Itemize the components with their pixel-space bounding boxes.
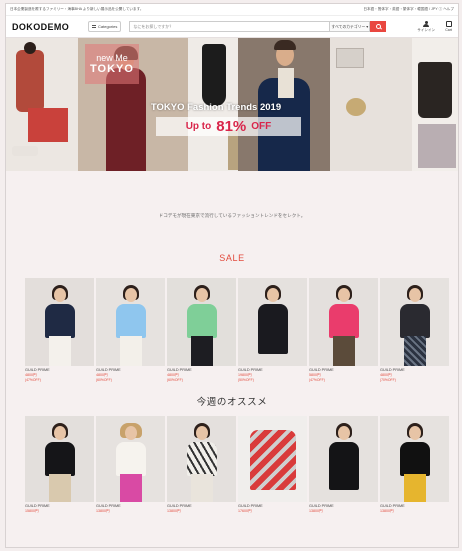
product-image[interactable] [25, 278, 94, 366]
product-brand: GUILD PRIME [25, 368, 50, 372]
product-image[interactable] [167, 416, 236, 502]
product-discount: (60%OFF) [96, 378, 112, 382]
signin-button[interactable]: サインイン [417, 20, 436, 33]
sale-product-grid: GUILD PRIME 4800円 (47%OFF) GUILD PRIME 4… [6, 278, 458, 382]
product-card[interactable]: GUILD PRIME 13800円 [309, 416, 378, 514]
hero-scarf [418, 124, 456, 168]
product-price: 13800円 [96, 509, 110, 513]
product-image[interactable] [380, 278, 449, 366]
cart-button[interactable]: Cart [445, 21, 452, 32]
product-image[interactable] [167, 278, 236, 366]
product-card[interactable]: GUILD PRIME 4800円 (47%OFF) [25, 278, 94, 382]
user-icon [423, 20, 430, 28]
hero-sale-value: 81% [216, 118, 247, 135]
product-price: 15800円 [25, 509, 39, 513]
search-input[interactable]: なにをお探しですか？ [129, 21, 330, 32]
hero-model-jacket [16, 50, 44, 112]
product-brand: GUILD PRIME [309, 504, 334, 508]
product-image[interactable] [309, 416, 378, 502]
hero-shoe [12, 146, 38, 156]
hero-sunglasses-tile [336, 48, 364, 68]
signin-label: サインイン [417, 27, 436, 32]
site-header: DOKODEMO Categories なにをお探しですか？ すべてのカテゴリー… [6, 16, 458, 38]
categories-button[interactable]: Categories [88, 21, 122, 32]
product-image[interactable] [96, 278, 165, 366]
search-category-select[interactable]: すべてのカテゴリー ▾ [329, 21, 371, 32]
product-card[interactable]: GUILD PRIME 4800円 (60%OFF) [96, 278, 165, 382]
product-card[interactable]: GUILD PRIME 4800円 (60%OFF) [167, 278, 236, 382]
product-image[interactable] [380, 416, 449, 502]
product-brand: GUILD PRIME [309, 368, 334, 372]
site-logo[interactable]: DOKODEMO [12, 22, 86, 32]
header-actions: サインイン Cart [417, 20, 452, 33]
product-discount: (47%OFF) [309, 378, 325, 382]
hero-banner[interactable]: new Me TOKYO TOKYO Fashion Trends 2019 U… [6, 38, 458, 171]
hero-black-dress [202, 44, 226, 106]
product-brand: GUILD PRIME [167, 368, 192, 372]
hero-badge-line1: new Me [96, 53, 128, 63]
product-image[interactable] [238, 278, 307, 366]
product-card[interactable]: GUILD PRIME 4800円 (70%OFF) [380, 278, 449, 382]
hero-bracelet [346, 98, 366, 116]
hero-skirt [28, 108, 68, 142]
product-card[interactable]: GUILD PRIME 17600円 [238, 416, 307, 514]
product-image[interactable] [309, 278, 378, 366]
product-discount: (50%OFF) [238, 378, 254, 382]
sale-section-title: SALE [219, 253, 245, 263]
top-info-text: 日本企業製造を覆するファミリー・海事BHA より新しい展示品を公開しています。 [10, 7, 144, 11]
product-price: 17600円 [238, 509, 252, 513]
search-icon [375, 24, 381, 29]
product-brand: GUILD PRIME [238, 368, 263, 372]
cart-icon [445, 21, 452, 27]
categories-label: Categories [98, 24, 118, 29]
top-info-bar: 日本企業製造を覆するファミリー・海事BHA より新しい展示品を公開しています。 … [6, 4, 458, 16]
hero-sale-suffix: OFF [251, 121, 272, 132]
product-discount: (60%OFF) [167, 378, 183, 382]
product-brand: GUILD PRIME [167, 504, 192, 508]
search-bar: なにをお探しですか？ すべてのカテゴリー ▾ [129, 21, 387, 32]
product-price: 13800円 [380, 509, 394, 513]
cart-label: Cart [445, 28, 452, 32]
hero-sale-banner: Up to 81% OFF [156, 117, 301, 136]
product-brand: GUILD PRIME [380, 504, 405, 508]
hero-model-head [24, 42, 36, 54]
hero-tote-bag [418, 62, 452, 118]
hero-badge-line2: TOKYO [90, 63, 134, 75]
intro-text: ドコデモが現在東京で流行しているファッショントレンドをセレクト。 [158, 213, 306, 218]
product-card[interactable]: GUILD PRIME 19800円 (50%OFF) [238, 278, 307, 382]
hero-badge: new Me TOKYO [85, 44, 139, 84]
hero-sale-prefix: Up to [185, 121, 212, 132]
product-image[interactable] [238, 416, 307, 502]
product-discount: (70%OFF) [380, 378, 396, 382]
product-brand: GUILD PRIME [380, 368, 405, 372]
hero-title: TOKYO Fashion Trends 2019 [150, 102, 282, 113]
product-image[interactable] [96, 416, 165, 502]
product-brand: GUILD PRIME [96, 368, 121, 372]
weekly-section-title: 今週のオススメ [196, 397, 268, 408]
browser-page: 日本企業製造を覆するファミリー・海事BHA より新しい展示品を公開しています。 … [6, 4, 458, 547]
product-price: 13800円 [309, 509, 323, 513]
product-discount: (47%OFF) [25, 378, 41, 382]
product-image[interactable] [25, 416, 94, 502]
hero-turtleneck [278, 68, 294, 98]
product-brand: GUILD PRIME [96, 504, 121, 508]
product-price: 13800円 [167, 509, 181, 513]
product-brand: GUILD PRIME [25, 504, 50, 508]
product-brand: GUILD PRIME [238, 504, 263, 508]
language-currency-links[interactable]: 日本語・簡体字・英語・繁体字・韓国語 / JPY ⓘ ヘルプ [363, 7, 454, 12]
product-card[interactable]: GUILD PRIME 13800円 [96, 416, 165, 514]
product-card[interactable]: GUILD PRIME 5800円 (47%OFF) [309, 278, 378, 382]
product-card[interactable]: GUILD PRIME 15800円 [25, 416, 94, 514]
weekly-product-grid: GUILD PRIME 15800円 GUILD PRIME 13800円 GU… [6, 416, 458, 514]
product-card[interactable]: GUILD PRIME 13800円 [167, 416, 236, 514]
menu-icon [92, 25, 96, 28]
search-button[interactable] [370, 21, 387, 32]
product-card[interactable]: GUILD PRIME 13800円 [380, 416, 449, 514]
hero-male-hair [274, 40, 296, 50]
